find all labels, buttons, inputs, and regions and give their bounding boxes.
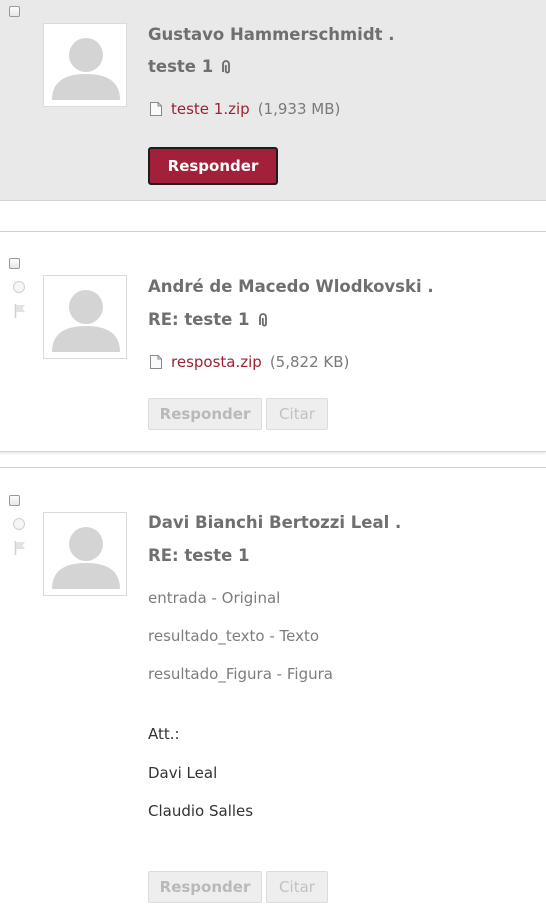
- select-checkbox[interactable]: [9, 6, 20, 17]
- user-silhouette-icon: [44, 513, 126, 595]
- avatar: [43, 23, 127, 107]
- post-subject-text: RE: teste 1: [148, 546, 250, 565]
- post-subject-text: teste 1: [148, 57, 214, 76]
- user-silhouette-icon: [44, 276, 126, 358]
- post-subject: RE: teste 1: [148, 546, 250, 565]
- post-body-line: Davi Leal: [148, 764, 218, 782]
- attachment-link[interactable]: resposta.zip: [171, 353, 262, 371]
- post-author: Gustavo Hammerschmidt .: [148, 25, 395, 44]
- attachment-link[interactable]: teste 1.zip: [171, 100, 250, 118]
- post-body-line: entrada - Original: [148, 589, 281, 607]
- paperclip-icon: [222, 59, 231, 73]
- forum-post: Davi Bianchi Bertozzi Leal . RE: teste 1…: [0, 467, 546, 920]
- flag-icon[interactable]: [13, 540, 29, 556]
- avatar: [43, 512, 127, 596]
- attachment: teste 1.zip (1,933 MB): [149, 100, 340, 118]
- post-author: Davi Bianchi Bertozzi Leal .: [148, 513, 402, 532]
- reply-button[interactable]: Responder: [148, 147, 278, 185]
- select-checkbox[interactable]: [9, 258, 20, 269]
- attachment-size: (5,822 KB): [269, 353, 350, 371]
- mark-read-radio[interactable]: [13, 518, 25, 530]
- reply-button[interactable]: Responder: [148, 398, 262, 430]
- reply-button[interactable]: Responder: [148, 871, 262, 903]
- select-checkbox[interactable]: [9, 495, 20, 506]
- post-subject: RE: teste 1: [148, 310, 270, 329]
- user-silhouette-icon: [44, 24, 126, 106]
- attachment-size: (1,933 MB): [257, 100, 341, 118]
- file-icon: [150, 102, 162, 116]
- attachment: resposta.zip (5,822 KB): [149, 353, 349, 371]
- quote-button[interactable]: Citar: [266, 398, 328, 430]
- forum-post: Gustavo Hammerschmidt . teste 1 teste 1.…: [0, 0, 546, 201]
- post-subject: teste 1: [148, 57, 233, 76]
- flag-icon[interactable]: [13, 303, 29, 319]
- post-body-line: Att.:: [148, 725, 180, 743]
- post-body-line: resultado_Figura - Figura: [148, 665, 333, 683]
- file-icon: [150, 355, 162, 369]
- forum-post: André de Macedo Wlodkovski . RE: teste 1…: [0, 231, 546, 452]
- quote-button[interactable]: Citar: [266, 871, 328, 903]
- paperclip-icon: [258, 312, 267, 326]
- avatar: [43, 275, 127, 359]
- post-subject-text: RE: teste 1: [148, 310, 250, 329]
- post-body-line: resultado_texto - Texto: [148, 627, 320, 645]
- post-author: André de Macedo Wlodkovski .: [148, 277, 434, 296]
- post-body-line: Claudio Salles: [148, 802, 254, 820]
- mark-read-radio[interactable]: [13, 281, 25, 293]
